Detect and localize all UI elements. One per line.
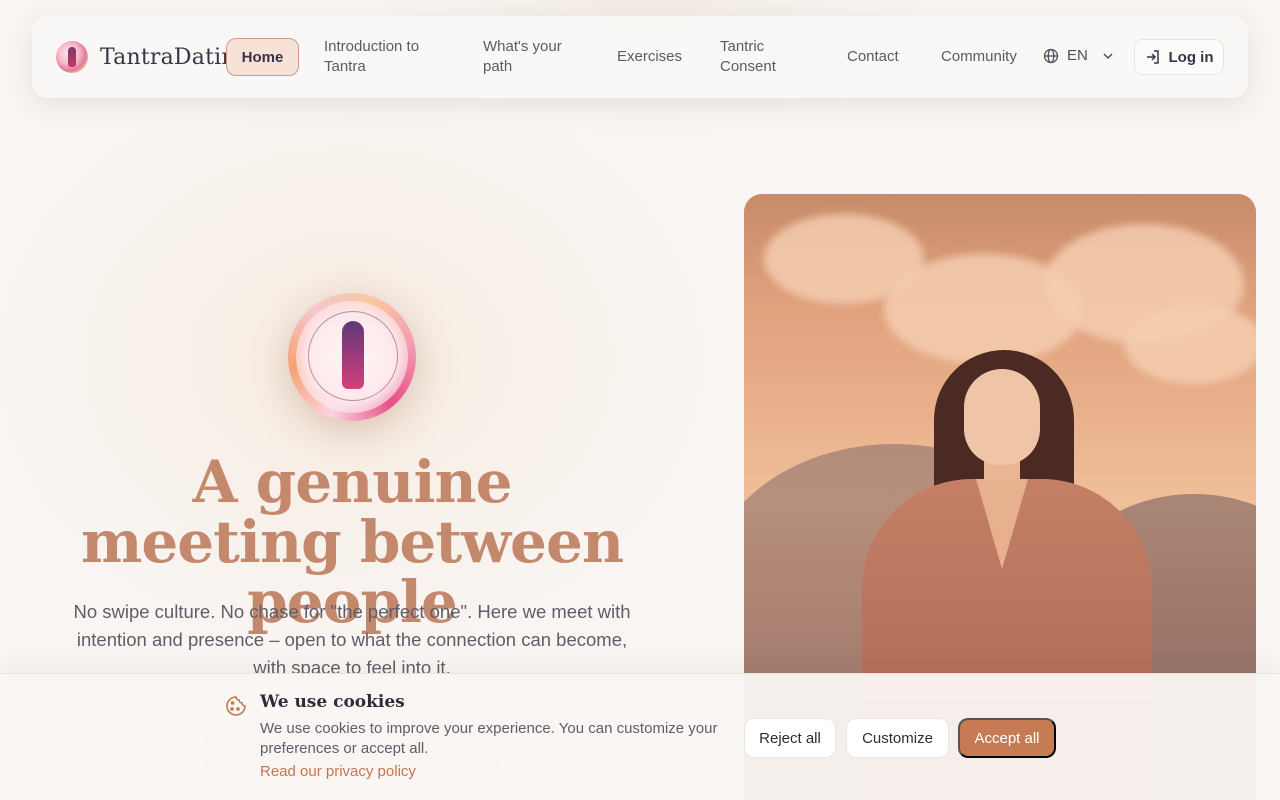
brand-logo-icon (56, 41, 88, 73)
top-navbar: TantraDating Home Introduction to Tantra… (32, 16, 1248, 98)
cookie-title: We use cookies (260, 692, 405, 712)
language-label: EN (1067, 47, 1088, 64)
nav-item-introduction[interactable]: Introduction to Tantra (324, 37, 444, 77)
nav-item-contact[interactable]: Contact (847, 47, 899, 67)
cloud-shape (1124, 304, 1256, 384)
reject-all-button[interactable]: Reject all (744, 718, 836, 758)
nav-item-whats-your-path[interactable]: What's your path (483, 37, 583, 77)
login-button[interactable]: Log in (1134, 39, 1224, 75)
cookie-icon (226, 696, 246, 716)
nav-item-tantric-consent[interactable]: Tantric Consent (720, 37, 800, 77)
chevron-down-icon (1103, 52, 1113, 59)
nav-item-community[interactable]: Community (941, 47, 1017, 67)
customize-button[interactable]: Customize (846, 718, 949, 758)
language-selector[interactable]: EN (1043, 47, 1114, 64)
privacy-policy-link[interactable]: Read our privacy policy (260, 763, 416, 780)
brand[interactable]: TantraDating (56, 41, 250, 73)
nav-item-home[interactable]: Home (226, 38, 299, 76)
emblem-figure (342, 321, 364, 389)
nav-item-exercises[interactable]: Exercises (617, 47, 682, 67)
hero-emblem-image (288, 293, 416, 421)
woman-face (964, 369, 1040, 465)
cookie-text: We use cookies to improve your experienc… (260, 720, 718, 757)
cookie-banner: We use cookies We use cookies to improve… (0, 673, 1280, 800)
accept-all-button[interactable]: Accept all (958, 718, 1056, 758)
login-icon (1146, 50, 1159, 64)
globe-icon (1043, 48, 1059, 63)
login-label: Log in (1168, 48, 1214, 66)
hero-subtitle: No swipe culture. No chase for "the perf… (73, 601, 631, 678)
